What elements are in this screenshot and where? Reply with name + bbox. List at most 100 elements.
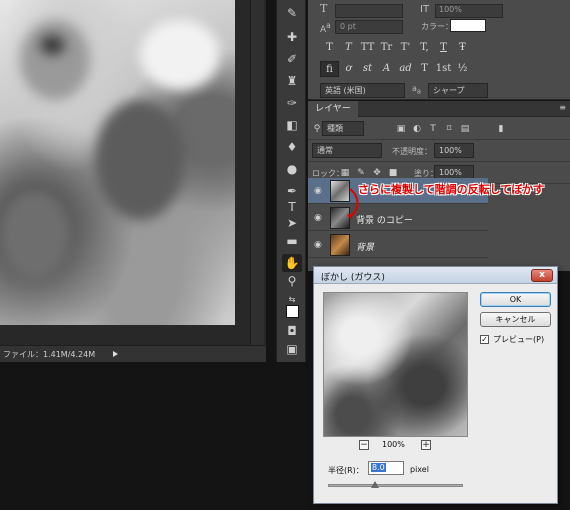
lock-all-icon[interactable]: ■	[388, 168, 398, 178]
superscript-ordinal-button[interactable]: 1st	[434, 61, 453, 77]
layers-tab-bar: レイヤー ≡	[308, 101, 570, 117]
zoom-out-button[interactable]: −	[359, 440, 369, 450]
canvas-arm-shadow	[0, 190, 70, 280]
tracking-value: 100%	[439, 5, 462, 14]
dialog-title-bar[interactable]: ぼかし (ガウス) x	[314, 267, 557, 284]
eyedropper-tool-icon[interactable]: ✎	[282, 4, 302, 22]
subscript-button[interactable]: T,	[415, 40, 434, 56]
visibility-eye-icon[interactable]: ◉	[314, 240, 324, 250]
history-brush-tool-icon[interactable]: ✑	[282, 94, 302, 112]
radius-unit: pixel	[410, 465, 429, 474]
smart-object-filter-icon[interactable]: ▤	[460, 124, 470, 134]
preview-label: プレビュー(P)	[493, 335, 545, 344]
visibility-eye-icon[interactable]: ◉	[314, 186, 324, 196]
radius-input[interactable]: 8.0	[368, 461, 404, 475]
rectangle-tool-icon[interactable]: ▬	[282, 232, 302, 250]
layer-thumbnail	[330, 234, 350, 256]
layer-filter-select[interactable]: 種類	[322, 121, 364, 136]
ligatures-button[interactable]: fi	[320, 61, 339, 77]
clone-stamp-tool-icon[interactable]: ♜	[282, 72, 302, 90]
tab-layers[interactable]: レイヤー	[308, 101, 358, 117]
layer-row-background-copy[interactable]: ◉ 背景 のコピー	[308, 205, 488, 231]
titling-button[interactable]: A	[377, 61, 396, 77]
dodge-tool-icon[interactable]: ●	[282, 160, 302, 178]
blur-preview[interactable]	[323, 292, 468, 437]
lock-pixels-icon[interactable]: ✎	[356, 168, 366, 178]
faux-bold-button[interactable]: T	[320, 40, 339, 56]
brush-tool-icon[interactable]: ✐	[282, 50, 302, 68]
panel-menu-icon[interactable]: ≡	[559, 103, 566, 112]
pixel-layer-filter-icon[interactable]: ▣	[396, 124, 406, 134]
canvas-vest-shadow	[95, 100, 185, 220]
radius-value: 8.0	[371, 463, 386, 472]
radius-slider-track[interactable]	[328, 484, 463, 487]
kerning-icon: Aa	[320, 21, 331, 35]
healing-brush-tool-icon[interactable]: ✚	[282, 28, 302, 46]
quick-mask-icon[interactable]: ◘	[282, 322, 302, 340]
opentype-buttons: fi ơ st A ad T 1st ½	[320, 61, 472, 77]
opacity-label: 不透明度：	[392, 147, 432, 156]
underline-button[interactable]: T	[434, 40, 453, 56]
faux-style-buttons: T T TT Tr T' T, T Ŧ	[320, 40, 472, 56]
faux-italic-button[interactable]: T	[339, 40, 358, 56]
layer-name: 背景	[356, 243, 375, 253]
small-caps-button[interactable]: Tr	[377, 40, 396, 56]
antialias-icon: aa	[412, 84, 421, 96]
stylistic-alternates-button[interactable]: ad	[396, 61, 415, 77]
vertical-scale-icon: IT	[420, 4, 430, 15]
paint-bucket-tool-icon[interactable]: ♦	[282, 138, 302, 156]
filter-toggle-icon[interactable]: ▮	[496, 124, 506, 134]
language-select[interactable]: 英語 (米国)	[320, 83, 405, 98]
radius-slider-thumb[interactable]	[371, 481, 379, 488]
file-size-info: ファイル：1.41M/4.24M	[3, 349, 96, 359]
text-color-swatch[interactable]	[450, 19, 486, 32]
opacity-field[interactable]: 100%	[434, 143, 474, 158]
dialog-title: ぼかし (ガウス)	[321, 273, 385, 283]
ok-button[interactable]: OK	[480, 292, 551, 307]
shape-layer-filter-icon[interactable]: ⌑	[444, 124, 454, 134]
color-swatches-icon[interactable]	[282, 302, 302, 320]
layer-row-background[interactable]: ◉ 背景	[308, 232, 488, 258]
font-size-icon: T	[320, 2, 328, 15]
hand-tool-icon[interactable]: ✋	[282, 254, 302, 272]
canvas-eye-shadow	[40, 35, 65, 55]
discretionary-ligatures-button[interactable]: ơ	[339, 61, 358, 77]
lock-transparency-icon[interactable]: ▦	[340, 168, 350, 178]
image-canvas[interactable]	[0, 0, 235, 325]
character-panel: T IT Aa 0 pt 100% カラー： T T TT Tr T' T, T…	[308, 0, 570, 100]
vertical-scrollbar[interactable]	[250, 0, 264, 345]
layer-filter-row: ⚲ 種類 ▣ ◐ T ⌑ ▤ ▮	[308, 118, 570, 140]
canvas-highlight	[140, 20, 220, 90]
type-layer-filter-icon[interactable]: T	[428, 124, 438, 134]
blend-mode-select[interactable]: 通常	[312, 143, 382, 158]
antialias-select[interactable]: シャープ	[428, 83, 488, 98]
baseline-field[interactable]: 0 pt	[335, 20, 403, 34]
zoom-in-button[interactable]: +	[421, 440, 431, 450]
document-window: ファイル：1.41M/4.24M	[0, 0, 266, 362]
lock-position-icon[interactable]: ✥	[372, 168, 382, 178]
zoom-level: 100%	[382, 440, 405, 449]
status-bar: ファイル：1.41M/4.24M	[0, 345, 266, 362]
visibility-eye-icon[interactable]: ◉	[314, 213, 324, 223]
close-icon[interactable]: x	[531, 269, 553, 282]
superscript-button[interactable]: T'	[396, 40, 415, 56]
radius-label: 半径(R)：	[328, 466, 364, 475]
zoom-tool-icon[interactable]: ⚲	[282, 272, 302, 290]
eraser-tool-icon[interactable]: ◧	[282, 116, 302, 134]
path-selection-tool-icon[interactable]: ➤	[282, 214, 302, 232]
adjustment-layer-filter-icon[interactable]: ◐	[412, 124, 422, 134]
preview-checkbox[interactable]: ✓	[480, 335, 489, 344]
ordinals-button[interactable]: T	[415, 61, 434, 77]
swash-button[interactable]: st	[358, 61, 377, 77]
fractions-button[interactable]: ½	[453, 61, 472, 77]
screen-mode-icon[interactable]: ▣	[282, 340, 302, 358]
status-menu-arrow-icon[interactable]	[113, 351, 119, 357]
tools-panel: ✎ ✚ ✐ ♜ ✑ ◧ ♦ ● ✒ T ➤ ▬ ✋ ⚲ ⇆ ◘ ▣	[276, 0, 306, 362]
blend-row: 通常 不透明度： 100%	[308, 140, 570, 162]
gaussian-blur-dialog: ぼかし (ガウス) x − 100% + OK キャンセル ✓ プレビュー(P)…	[313, 266, 558, 504]
all-caps-button[interactable]: TT	[358, 40, 377, 56]
cancel-button[interactable]: キャンセル	[480, 312, 551, 327]
font-size-field[interactable]	[335, 4, 403, 18]
strikethrough-button[interactable]: Ŧ	[453, 40, 472, 56]
filter-search-icon: ⚲	[313, 124, 321, 134]
